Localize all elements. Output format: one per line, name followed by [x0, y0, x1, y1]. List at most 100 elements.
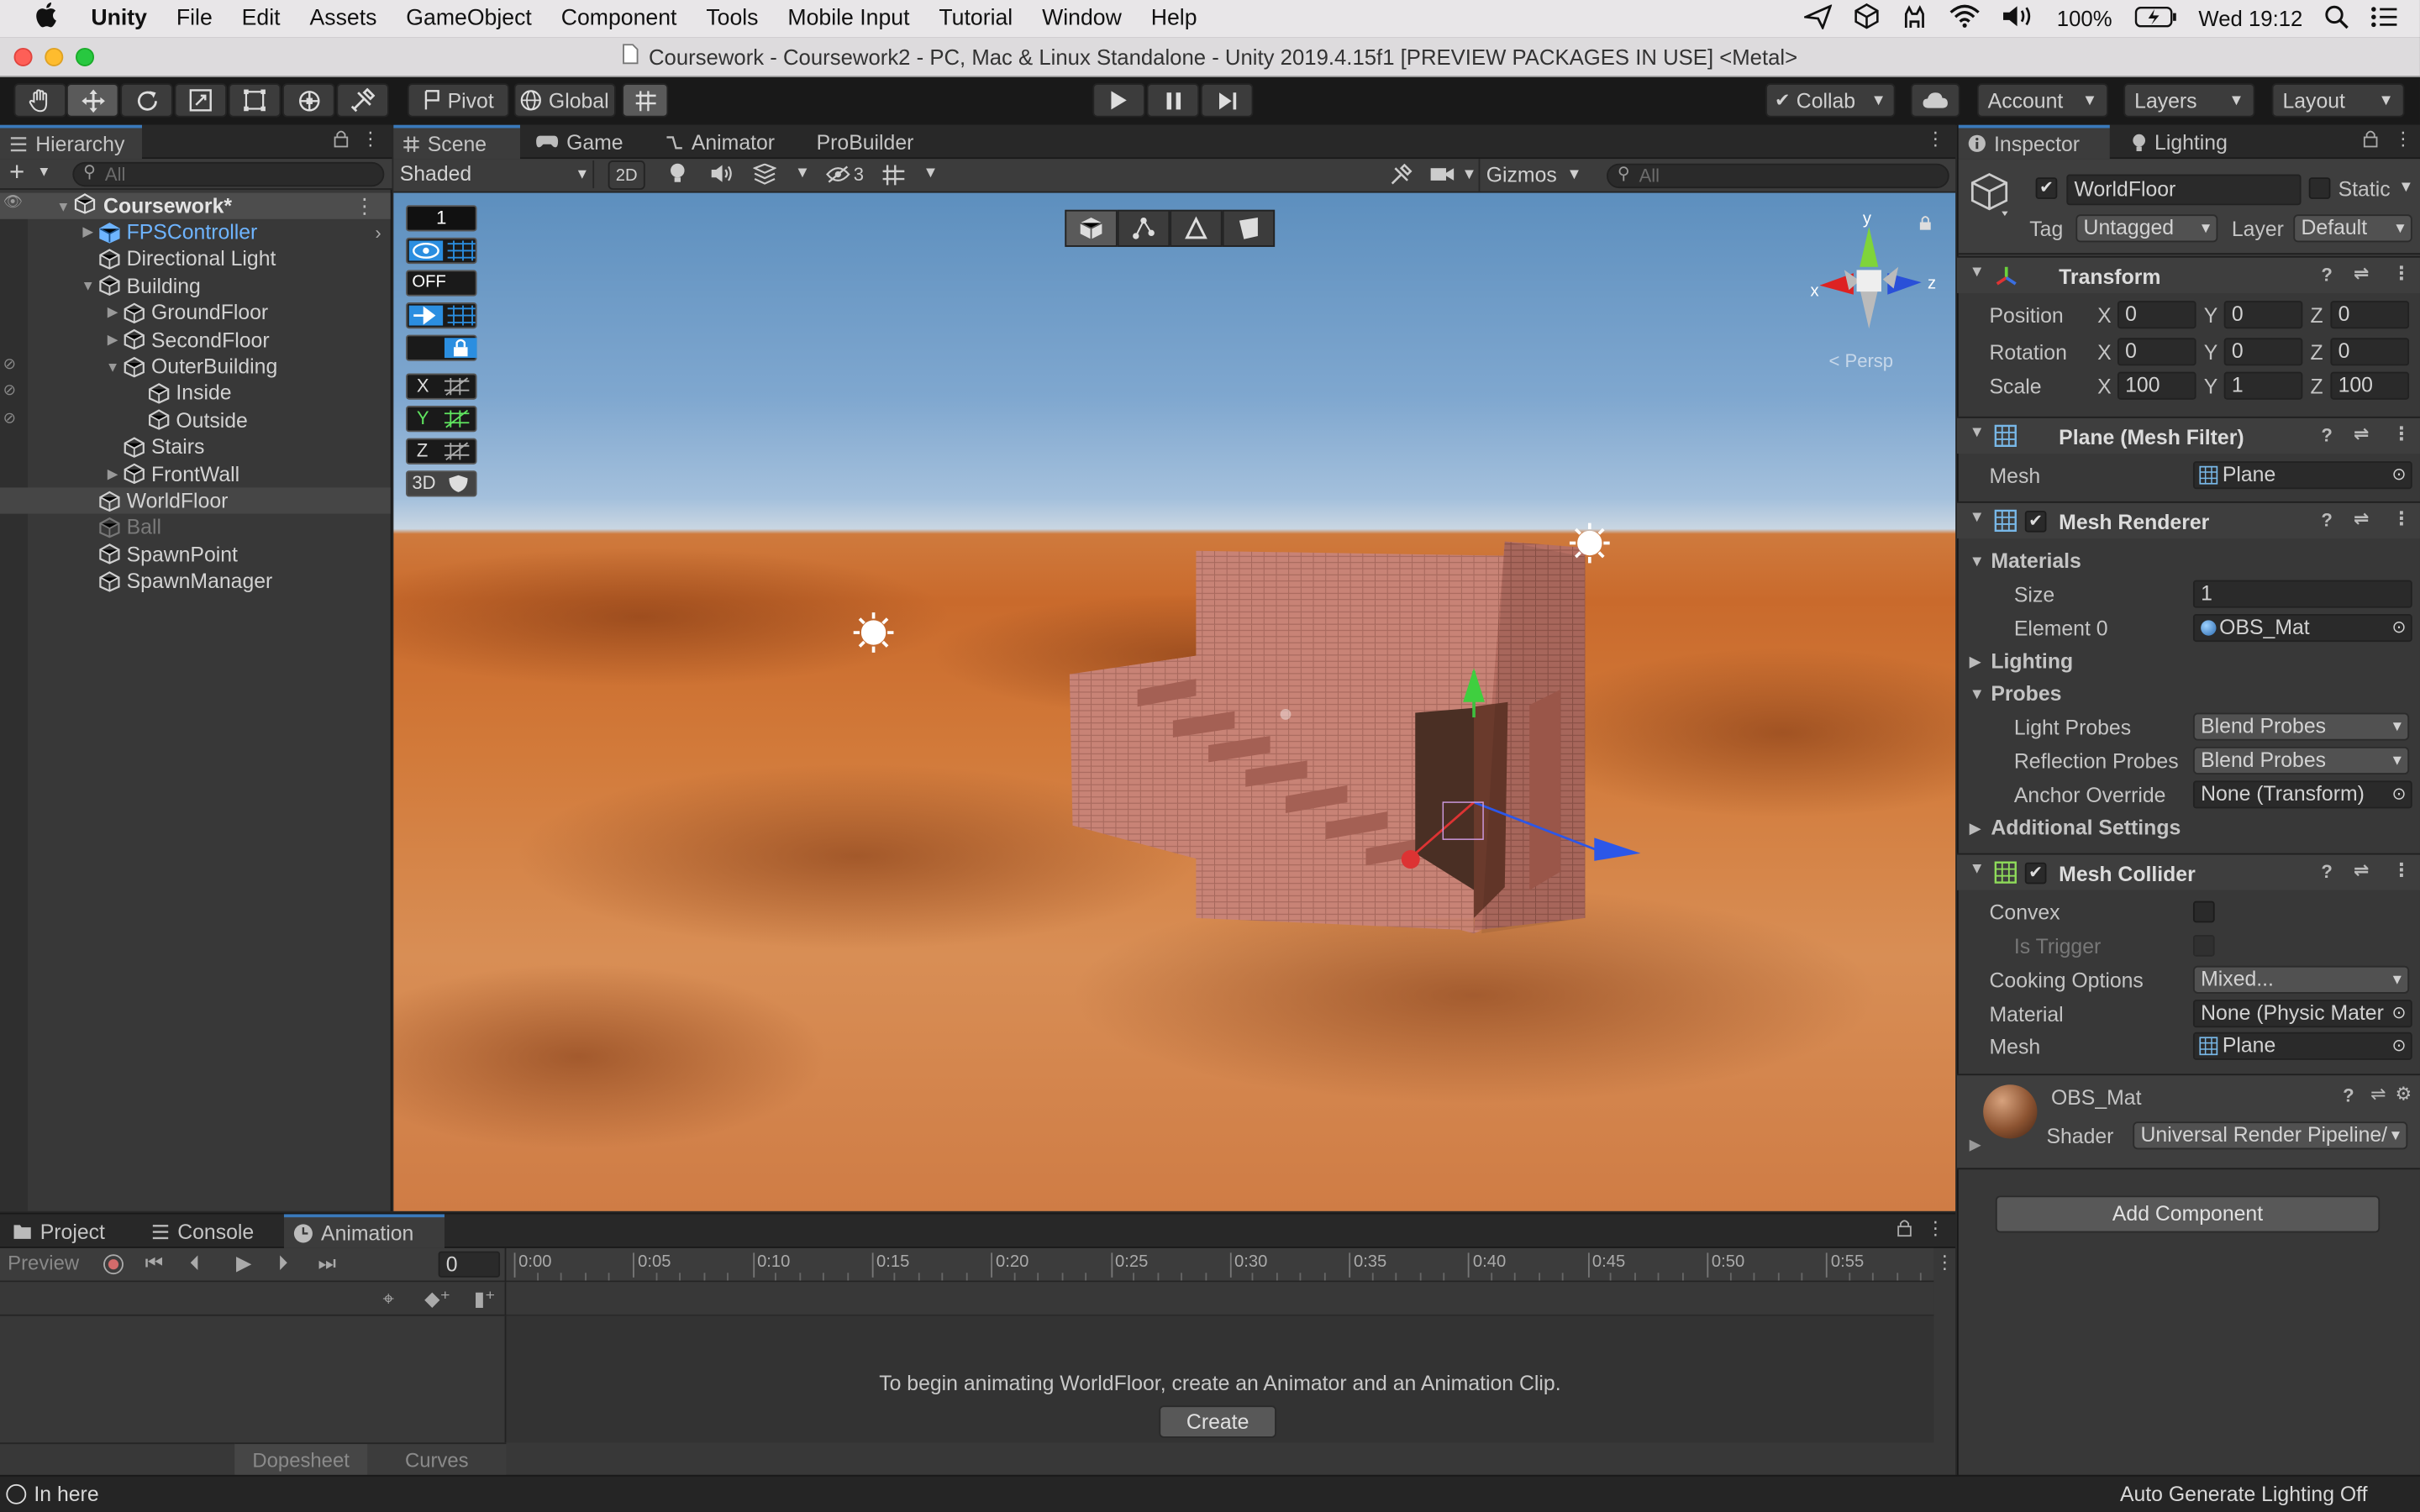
scale-y-field[interactable]: 1 — [2223, 371, 2303, 400]
play-button[interactable] — [1092, 83, 1145, 118]
lock-icon[interactable] — [334, 129, 349, 153]
rotation-z-axis-label[interactable]: Z — [2311, 341, 2323, 365]
collider-mesh-field[interactable]: Plane ⊙ — [2192, 1032, 2412, 1060]
hidden-eye-icon[interactable]: ⊘ — [3, 356, 16, 373]
hierarchy-item[interactable]: ⊘ Inside — [0, 381, 391, 407]
scale-z-axis-label[interactable]: Z — [2311, 375, 2323, 398]
snap-visibility-toggle[interactable] — [406, 237, 477, 265]
hierarchy-item[interactable]: ▶ FPSController › — [0, 219, 391, 245]
tab-animation[interactable]: Animation — [283, 1214, 445, 1248]
object-picker-icon[interactable]: ⊙ — [2391, 463, 2406, 487]
clock[interactable]: Wed 19:12 — [2198, 6, 2302, 30]
menu-window[interactable]: Window — [1042, 6, 1122, 30]
rotation-x-axis-label[interactable]: X — [2097, 341, 2112, 365]
filter-icon[interactable]: ⌖ — [383, 1287, 394, 1311]
lock-icon[interactable] — [1897, 1219, 1912, 1242]
scale-tool-button[interactable] — [174, 83, 227, 118]
menu-file[interactable]: File — [176, 6, 213, 30]
effects-icon[interactable] — [752, 163, 777, 190]
expand-arrow-icon[interactable]: ▶ — [77, 223, 99, 240]
notification-center-icon[interactable] — [2370, 5, 2398, 31]
menu-edit[interactable]: Edit — [242, 6, 281, 30]
effects-dropdown-icon[interactable]: ▼ — [795, 165, 810, 182]
scene-tools-icon[interactable] — [1389, 163, 1413, 192]
help-icon[interactable]: ? — [2321, 424, 2332, 446]
snap-count-field[interactable]: 1 — [406, 205, 477, 232]
anchor-override-field[interactable]: None (Transform) ⊙ — [2192, 780, 2412, 809]
creature-icon[interactable] — [1901, 4, 1927, 34]
mesh-filter-header[interactable]: ▼ Plane (Mesh Filter) ? ⇌ ⋮ — [1956, 416, 2420, 454]
layer-dropdown[interactable]: Default — [2293, 214, 2412, 243]
preset-icon[interactable]: ⇌ — [2354, 423, 2369, 444]
scale-z-field[interactable]: 100 — [2330, 371, 2410, 400]
layout-dropdown[interactable]: Layout ▼ — [2271, 83, 2405, 118]
static-dropdown-icon[interactable]: ▼ — [2398, 179, 2413, 196]
account-dropdown[interactable]: Account ▼ — [1976, 83, 2108, 118]
position-x-axis-label[interactable]: X — [2097, 304, 2112, 328]
rotation-x-field[interactable]: 0 — [2117, 338, 2196, 366]
scene-menu-icon[interactable]: ⋮ — [1926, 128, 1944, 150]
component-menu-icon[interactable]: ⋮ — [2392, 507, 2411, 529]
grid-dropdown-icon[interactable]: ▼ — [923, 165, 938, 182]
timeline-ruler[interactable]: 0:00 0:05 0:10 0:15 0:20 0:25 0:30 0:35 0:40 0:45… — [506, 1247, 1934, 1283]
eye-icon[interactable]: 👁 — [3, 194, 23, 211]
materials-size-field[interactable]: 1 — [2192, 580, 2412, 608]
position-z-axis-label[interactable]: Z — [2311, 304, 2323, 328]
scale-y-axis-label[interactable]: Y — [2204, 375, 2218, 398]
help-icon[interactable]: ? — [2321, 861, 2332, 883]
pivot-toggle[interactable]: Pivot — [407, 83, 510, 118]
pause-button[interactable] — [1146, 83, 1200, 118]
last-keyframe-icon[interactable]: ⏭ — [318, 1252, 335, 1276]
component-menu-icon[interactable]: ⋮ — [2392, 423, 2411, 444]
next-keyframe-icon[interactable]: ⏵ — [278, 1252, 288, 1276]
expand-arrow-icon[interactable]: ▶ — [102, 304, 124, 321]
hidden-eye-icon[interactable]: ⊘ — [3, 383, 16, 400]
preset-icon[interactable]: ⇌ — [2354, 859, 2369, 881]
tag-dropdown[interactable]: Untagged — [2075, 214, 2218, 243]
mesh-collider-enabled-checkbox[interactable]: ✔ — [2024, 862, 2047, 885]
mesh-renderer-header[interactable]: ▼ ✔ Mesh Renderer ? ⇌ ⋮ — [1956, 501, 2420, 539]
help-icon[interactable]: ? — [2321, 509, 2332, 531]
component-menu-icon[interactable]: ⋮ — [2392, 859, 2411, 881]
rotation-y-field[interactable]: 0 — [2223, 338, 2303, 366]
rotation-y-axis-label[interactable]: Y — [2204, 341, 2218, 365]
preset-icon[interactable]: ⇌ — [2354, 262, 2369, 284]
rect-tool-button[interactable] — [228, 83, 281, 118]
first-keyframe-icon[interactable]: ⏮ — [145, 1252, 163, 1276]
kebab-menu-icon[interactable]: ⋮ — [361, 128, 380, 150]
menu-gameobject[interactable]: GameObject — [406, 6, 532, 30]
collider-material-field[interactable]: None (Physic Mater ⊙ — [2192, 1000, 2412, 1028]
edge-select-button[interactable] — [1170, 209, 1223, 247]
chevron-right-icon[interactable]: › — [375, 222, 381, 244]
global-toggle[interactable]: Global — [513, 83, 616, 118]
collab-dropdown[interactable]: ✔ Collab ▼ — [1765, 83, 1896, 118]
transform-tool-button[interactable] — [282, 83, 335, 118]
kebab-menu-icon[interactable]: ⋮ — [1926, 1217, 1944, 1239]
hidden-eye-icon[interactable]: ⊘ — [3, 410, 16, 427]
vertex-select-button[interactable] — [1117, 209, 1171, 247]
object-picker-icon[interactable]: ⊙ — [2391, 616, 2406, 640]
layers-dropdown[interactable]: Layers ▼ — [2123, 83, 2255, 118]
unity-cube-icon[interactable] — [1853, 3, 1879, 34]
lighting-foldout[interactable]: Lighting — [1991, 649, 2073, 673]
tab-dopesheet[interactable]: Dopesheet — [234, 1444, 368, 1477]
probes-foldout[interactable]: Probes — [1991, 682, 2061, 706]
menu-tools[interactable]: Tools — [706, 6, 758, 30]
mesh-collider-header[interactable]: ▼ ✔ Mesh Collider ? ⇌ ⋮ — [1956, 853, 2420, 890]
snap-lock-toggle[interactable] — [406, 334, 477, 361]
tab-hierarchy[interactable]: Hierarchy — [0, 124, 142, 160]
hierarchy-item[interactable]: ⊘ Outside — [0, 407, 391, 433]
close-window-button[interactable] — [13, 47, 33, 66]
spotlight-search-icon[interactable] — [2324, 4, 2349, 34]
menu-mobile-input[interactable]: Mobile Input — [787, 6, 909, 30]
expand-arrow-icon[interactable]: ▼ — [77, 278, 99, 293]
persp-label[interactable]: < Persp — [1828, 350, 1893, 372]
expand-arrow-icon[interactable]: ▶ — [102, 465, 124, 482]
hierarchy-item[interactable]: Ball — [0, 514, 391, 540]
light-probes-dropdown[interactable]: Blend Probes — [2192, 712, 2410, 741]
minimize-window-button[interactable] — [45, 47, 64, 66]
orientation-gizmo[interactable]: y x z < Persp — [1798, 208, 1946, 378]
hierarchy-item[interactable]: SpawnPoint — [0, 541, 391, 567]
tab-inspector[interactable]: Inspector — [1958, 124, 2110, 160]
menu-app-unity[interactable]: Unity — [91, 6, 147, 30]
